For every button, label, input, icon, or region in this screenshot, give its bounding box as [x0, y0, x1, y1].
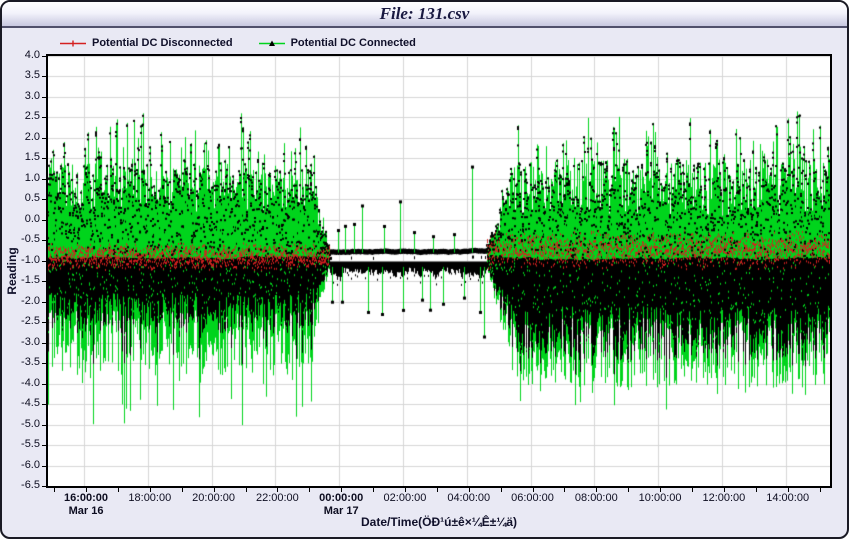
- x-tick-label: 18:00:00: [128, 492, 171, 505]
- y-tick-mark: [42, 199, 46, 200]
- x-tick-mark: [692, 488, 693, 492]
- app-window: File: 131.csv Potential DC Disconnected …: [0, 0, 849, 539]
- x-tick-mark: [756, 488, 757, 492]
- y-tick-label: 4.0: [2, 49, 40, 61]
- x-tick-mark: [405, 488, 406, 492]
- legend-label-disconnected: Potential DC Disconnected: [92, 37, 233, 49]
- y-tick-label: -2.5: [2, 315, 40, 327]
- y-tick-label: -2.0: [2, 295, 40, 307]
- y-tick-mark: [42, 363, 46, 364]
- x-tick-mark: [341, 488, 342, 492]
- y-tick-mark: [42, 466, 46, 467]
- y-tick-mark: [42, 302, 46, 303]
- y-tick-mark: [42, 261, 46, 262]
- x-tick-mark: [437, 488, 438, 492]
- y-tick-mark: [42, 281, 46, 282]
- x-tick-label: 20:00:00: [192, 492, 235, 505]
- x-tick-mark: [469, 488, 470, 492]
- x-tick-label: 22:00:00: [256, 492, 299, 505]
- y-tick-label: 3.0: [2, 90, 40, 102]
- y-tick-label: -0.5: [2, 233, 40, 245]
- x-tick-mark: [118, 488, 119, 492]
- y-tick-label: -1.0: [2, 254, 40, 266]
- y-tick-label: 3.5: [2, 69, 40, 81]
- y-tick-mark: [42, 404, 46, 405]
- y-tick-label: 1.5: [2, 151, 40, 163]
- x-tick-mark: [596, 488, 597, 492]
- y-tick-label: -3.0: [2, 336, 40, 348]
- y-tick-label: 2.5: [2, 110, 40, 122]
- chart-legend: Potential DC Disconnected Potential DC C…: [60, 37, 416, 49]
- x-tick-label: 04:00:00: [447, 492, 490, 505]
- y-tick-label: -5.0: [2, 418, 40, 430]
- x-tick-mark: [788, 488, 789, 492]
- x-tick-mark: [214, 488, 215, 492]
- x-tick-label: 00:00:00Mar 17: [319, 492, 363, 518]
- y-tick-label: 0.0: [2, 213, 40, 225]
- x-tick-mark: [628, 488, 629, 492]
- y-tick-mark: [42, 76, 46, 77]
- x-tick-label: 16:00:00Mar 16: [64, 492, 108, 518]
- y-tick-label: -6.0: [2, 459, 40, 471]
- y-tick-label: -6.5: [2, 479, 40, 491]
- x-tick-mark: [533, 488, 534, 492]
- x-tick-mark: [309, 488, 310, 492]
- y-tick-mark: [42, 240, 46, 241]
- y-tick-mark: [42, 158, 46, 159]
- x-tick-label: 14:00:00: [766, 492, 809, 505]
- y-tick-label: -5.5: [2, 438, 40, 450]
- x-tick-mark: [150, 488, 151, 492]
- y-tick-label: -3.5: [2, 356, 40, 368]
- x-tick-mark: [182, 488, 183, 492]
- plot-area: [46, 54, 832, 488]
- y-tick-mark: [42, 97, 46, 98]
- x-tick-mark: [820, 488, 821, 492]
- x-tick-label: 12:00:00: [702, 492, 745, 505]
- x-tick-mark: [564, 488, 565, 492]
- y-tick-mark: [42, 486, 46, 487]
- y-tick-label: -1.5: [2, 274, 40, 286]
- y-tick-mark: [42, 384, 46, 385]
- x-tick-label: 10:00:00: [639, 492, 682, 505]
- y-tick-mark: [42, 179, 46, 180]
- y-tick-label: 2.0: [2, 131, 40, 143]
- x-tick-label: 08:00:00: [575, 492, 618, 505]
- y-tick-mark: [42, 117, 46, 118]
- window-title: File: 131.csv: [380, 4, 470, 24]
- x-tick-label: 02:00:00: [384, 492, 427, 505]
- y-tick-label: 0.5: [2, 192, 40, 204]
- line-triangle-icon: [259, 39, 285, 48]
- legend-item-connected: Potential DC Connected: [259, 37, 416, 49]
- y-tick-mark: [42, 343, 46, 344]
- y-tick-label: -4.0: [2, 377, 40, 389]
- y-tick-mark: [42, 56, 46, 57]
- x-tick-label: 06:00:00: [511, 492, 554, 505]
- x-tick-mark: [660, 488, 661, 492]
- x-tick-mark: [501, 488, 502, 492]
- legend-label-connected: Potential DC Connected: [291, 37, 416, 49]
- y-tick-mark: [42, 138, 46, 139]
- x-tick-mark: [373, 488, 374, 492]
- y-tick-mark: [42, 322, 46, 323]
- y-tick-mark: [42, 425, 46, 426]
- chart-panel: Potential DC Disconnected Potential DC C…: [2, 28, 847, 537]
- chart-canvas: [48, 56, 830, 486]
- x-tick-mark: [246, 488, 247, 492]
- y-tick-mark: [42, 220, 46, 221]
- x-tick-mark: [277, 488, 278, 492]
- legend-item-disconnected: Potential DC Disconnected: [60, 37, 233, 49]
- window-titlebar: File: 131.csv: [2, 2, 847, 28]
- x-tick-mark: [54, 488, 55, 492]
- y-axis-title: Reading: [5, 241, 19, 301]
- y-tick-mark: [42, 445, 46, 446]
- x-tick-mark: [86, 488, 87, 492]
- line-cross-icon: [60, 39, 86, 48]
- x-axis-title: Date/Time(ÖÐ¹ú±ê×¼Ê±¼ä): [361, 515, 517, 529]
- x-tick-mark: [724, 488, 725, 492]
- y-tick-label: 1.0: [2, 172, 40, 184]
- y-tick-label: -4.5: [2, 397, 40, 409]
